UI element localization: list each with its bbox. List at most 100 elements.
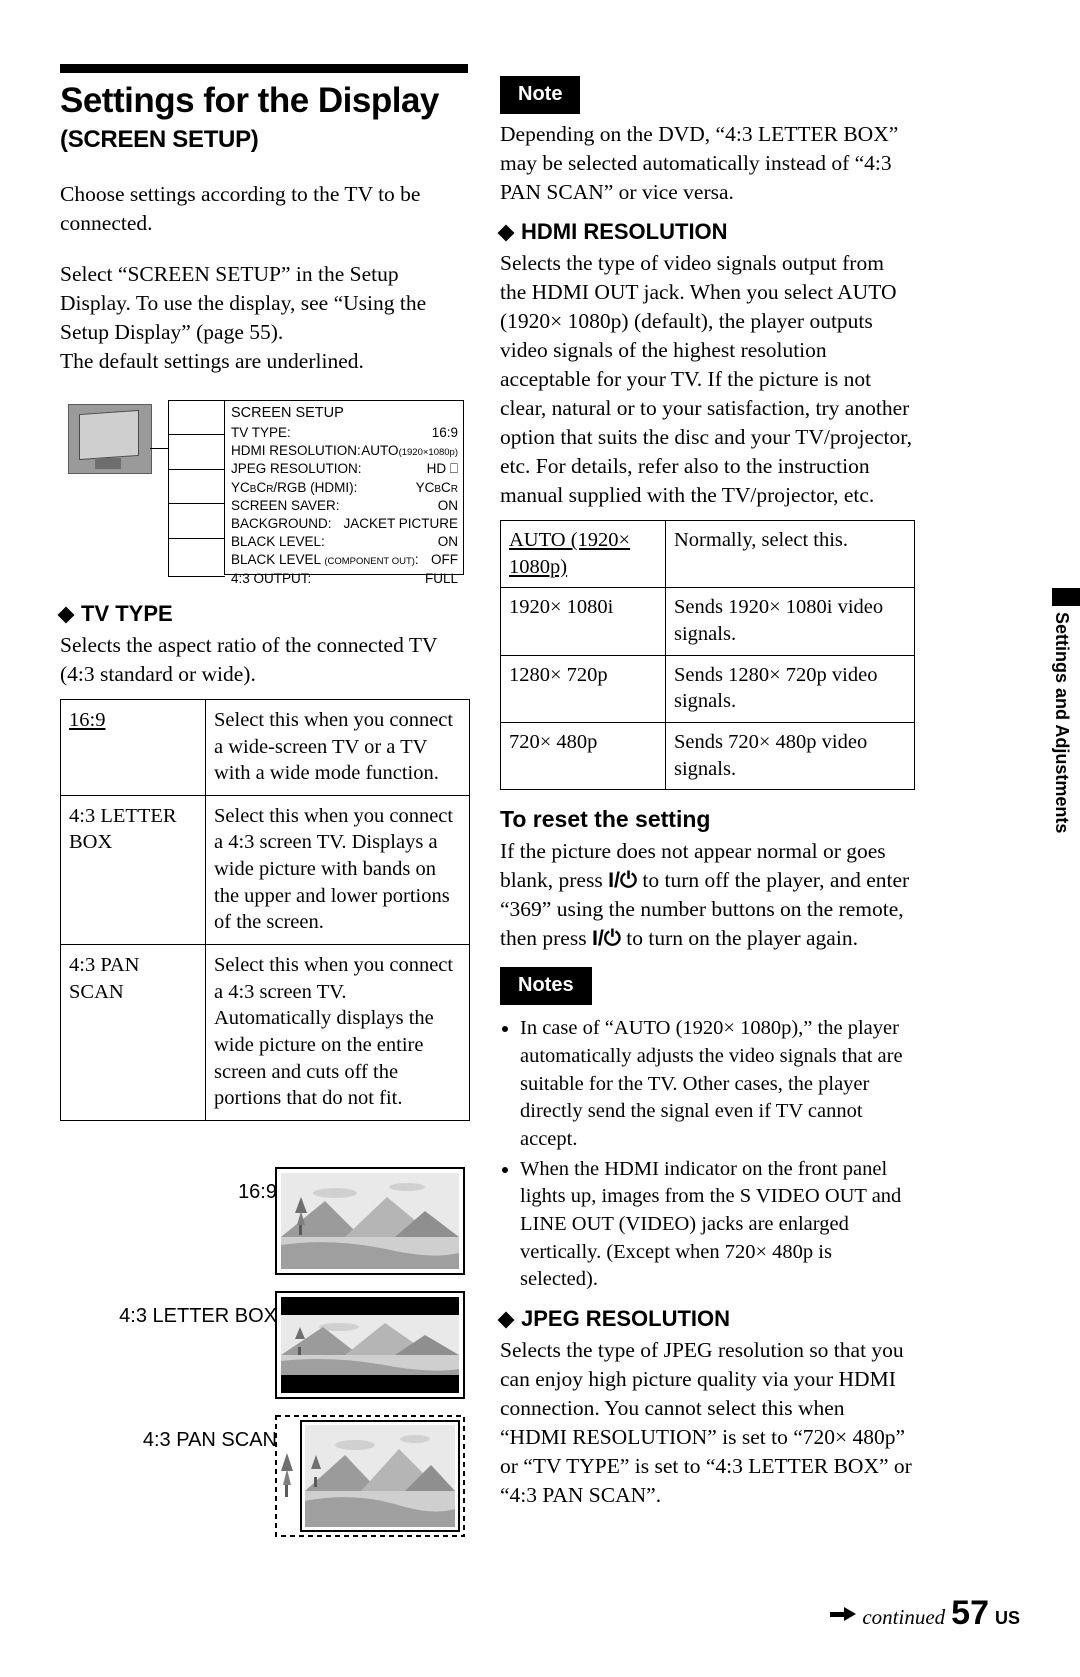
list-item: In case of “AUTO (1920× 1080p),” the pla… bbox=[520, 1015, 915, 1153]
table-cell-desc: Select this when you connect a wide-scre… bbox=[205, 698, 470, 796]
page-subtitle: (SCREEN SETUP) bbox=[60, 125, 259, 153]
setup-row-value-main: AUTO bbox=[361, 443, 399, 459]
diamond-bullet-icon bbox=[497, 224, 515, 242]
table-cell-key: AUTO (1920× 1080p) bbox=[500, 520, 666, 589]
reset-text: If the picture does not appear normal or… bbox=[500, 837, 915, 953]
table-row: 4:3 LETTER BOX Select this when you conn… bbox=[60, 794, 470, 946]
table-cell-key: 1920× 1080i bbox=[500, 587, 666, 656]
setup-row-value: HD ⎕ bbox=[426, 461, 458, 477]
side-tab-marker bbox=[1052, 588, 1080, 606]
setup-row: TV TYPE: 16:9 bbox=[231, 424, 458, 442]
setup-row-value-sub: (1920×1080p) bbox=[398, 447, 458, 459]
section-heading-hdmi-resolution: HDMI RESOLUTION bbox=[497, 219, 915, 245]
sample-image-pan-scan bbox=[275, 1414, 465, 1537]
section-heading-text: JPEG RESOLUTION bbox=[521, 1306, 731, 1332]
screen-setup-panel: SCREEN SETUP TV TYPE: 16:9 HDMI RESOLUTI… bbox=[224, 399, 464, 586]
reset-text-c: to turn on the player again. bbox=[620, 926, 858, 951]
list-item: When the HDMI indicator on the front pan… bbox=[520, 1156, 915, 1294]
setup-row-value: AUTO(1920×1080p) bbox=[361, 442, 458, 460]
continued-label: continued bbox=[862, 1605, 946, 1629]
menu-tab-4 bbox=[169, 504, 225, 539]
setup-row-label: JPEG RESOLUTION: bbox=[231, 461, 362, 477]
setup-row: JPEG RESOLUTION: HD ⎕ bbox=[231, 460, 458, 478]
aspect-ratio-samples: 16:9 4:3 LETTER BOX 4:3 PAN SCAN bbox=[60, 1145, 470, 1540]
table-cell-desc: Sends 1920× 1080i video signals. bbox=[665, 587, 915, 656]
notes-label: Notes bbox=[500, 967, 592, 1006]
setup-row: YCBCR/RGB (HDMI): YCBCR bbox=[231, 479, 458, 497]
tv-screen-shape bbox=[79, 409, 139, 460]
intro-paragraph-2: Select “SCREEN SETUP” in the Setup Displ… bbox=[60, 261, 427, 344]
sample-image-letter-box bbox=[275, 1290, 465, 1399]
setup-menu-tabs bbox=[168, 399, 225, 577]
menu-tab-2 bbox=[169, 435, 225, 470]
setup-row-value: OFF bbox=[431, 552, 458, 568]
sample-label-pan-scan: 4:3 PAN SCAN bbox=[142, 1428, 277, 1451]
option-key: 16:9 bbox=[69, 708, 106, 731]
setup-row-label: BLACK LEVEL (COMPONENT OUT): bbox=[231, 552, 419, 568]
power-symbol-icon: I/⏻ bbox=[591, 926, 621, 951]
hdmi-description: Selects the type of video signals output… bbox=[500, 251, 912, 508]
notes-block: Notes In case of “AUTO (1920× 1080p),” t… bbox=[500, 967, 915, 1294]
setup-row: BLACK LEVEL: ON bbox=[231, 533, 458, 551]
menu-tab-5 bbox=[169, 539, 225, 574]
table-cell-key: 4:3 PAN SCAN bbox=[60, 944, 206, 1121]
title-rule bbox=[60, 64, 468, 73]
table-cell-key: 1280× 720p bbox=[500, 654, 666, 724]
sample-label-letter-box: 4:3 LETTER BOX bbox=[119, 1304, 277, 1327]
setup-row-label: TV TYPE: bbox=[231, 424, 291, 440]
page-number: 57 bbox=[951, 1594, 989, 1632]
table-row: 1280× 720p Sends 1280× 720p video signal… bbox=[500, 654, 915, 724]
reset-heading: To reset the setting bbox=[500, 806, 711, 833]
setup-row-value: ON bbox=[437, 534, 458, 550]
jpeg-description: Selects the type of JPEG resolution so t… bbox=[500, 1338, 912, 1508]
note-label: Note bbox=[500, 76, 581, 114]
notes-list: In case of “AUTO (1920× 1080p),” the pla… bbox=[500, 1015, 915, 1294]
arrow-right-icon bbox=[830, 1606, 857, 1621]
table-cell-key: 4:3 LETTER BOX bbox=[60, 794, 206, 946]
tv-icon bbox=[68, 403, 152, 474]
table-row: 1920× 1080i Sends 1920× 1080i video sign… bbox=[500, 587, 915, 656]
setup-row-value: 16:9 bbox=[431, 424, 458, 440]
menu-tab-1 bbox=[169, 401, 225, 436]
setup-row: 4:3 OUTPUT: FULL bbox=[231, 570, 458, 588]
setup-row: BLACK LEVEL (COMPONENT OUT): OFF bbox=[231, 551, 458, 569]
section-heading-text: TV TYPE bbox=[81, 600, 173, 626]
setup-row-label: SCREEN SAVER: bbox=[231, 497, 340, 513]
table-row: AUTO (1920× 1080p) Normally, select this… bbox=[500, 520, 915, 589]
setup-row-value: FULL bbox=[424, 570, 458, 586]
setup-row: BACKGROUND: JACKET PICTURE bbox=[231, 515, 458, 533]
tv-type-options-table: 16:9 Select this when you connect a wide… bbox=[60, 698, 470, 1121]
page-footer: continued 57 US bbox=[830, 1594, 1020, 1633]
diamond-bullet-icon bbox=[497, 1311, 515, 1329]
option-key: AUTO (1920× 1080p) bbox=[509, 529, 631, 578]
menu-tab-3 bbox=[169, 470, 225, 505]
table-cell-desc: Select this when you connect a 4:3 scree… bbox=[205, 944, 470, 1121]
manual-page: Settings for the Display (SCREEN SETUP) … bbox=[0, 0, 1080, 1677]
screen-setup-panel-title: SCREEN SETUP bbox=[231, 404, 344, 421]
table-row: 720× 480p Sends 720× 480p video signals. bbox=[500, 722, 915, 791]
setup-row: SCREEN SAVER: ON bbox=[231, 497, 458, 515]
intro-paragraph-3: The default settings are underlined. bbox=[60, 348, 364, 373]
setup-row-label: 4:3 OUTPUT: bbox=[231, 570, 312, 586]
table-cell-desc: Normally, select this. bbox=[665, 520, 915, 589]
side-tab-label: Settings and Adjustments bbox=[1052, 612, 1072, 834]
setup-row-label: BLACK LEVEL: bbox=[231, 534, 325, 550]
table-cell-desc: Sends 720× 480p video signals. bbox=[665, 722, 915, 791]
hdmi-resolution-table: AUTO (1920× 1080p) Normally, select this… bbox=[500, 520, 915, 791]
sample-image-16-9 bbox=[275, 1166, 465, 1275]
table-row: 4:3 PAN SCAN Select this when you connec… bbox=[60, 944, 470, 1121]
power-symbol-icon: I/⏻ bbox=[608, 868, 638, 893]
setup-row-value: YCBCR bbox=[415, 479, 458, 495]
section-heading-text: HDMI RESOLUTION bbox=[521, 219, 728, 245]
setup-row-label: BACKGROUND: bbox=[231, 515, 332, 531]
setup-row-label: HDMI RESOLUTION: bbox=[231, 443, 361, 459]
page-title: Settings for the Display bbox=[60, 81, 439, 120]
setup-row-value: ON bbox=[437, 497, 458, 513]
setup-row: HDMI RESOLUTION: AUTO(1920×1080p) bbox=[231, 442, 458, 460]
tv-type-description: Selects the aspect ratio of the connecte… bbox=[60, 632, 438, 686]
left-column: Settings for the Display (SCREEN SETUP) … bbox=[57, 64, 470, 1540]
setup-row-label: YCBCR/RGB (HDMI): bbox=[231, 479, 358, 495]
table-cell-key: 16:9 bbox=[60, 698, 206, 796]
diamond-bullet-icon bbox=[57, 606, 75, 624]
note-text: Depending on the DVD, “4:3 LETTER BOX” m… bbox=[500, 122, 899, 205]
